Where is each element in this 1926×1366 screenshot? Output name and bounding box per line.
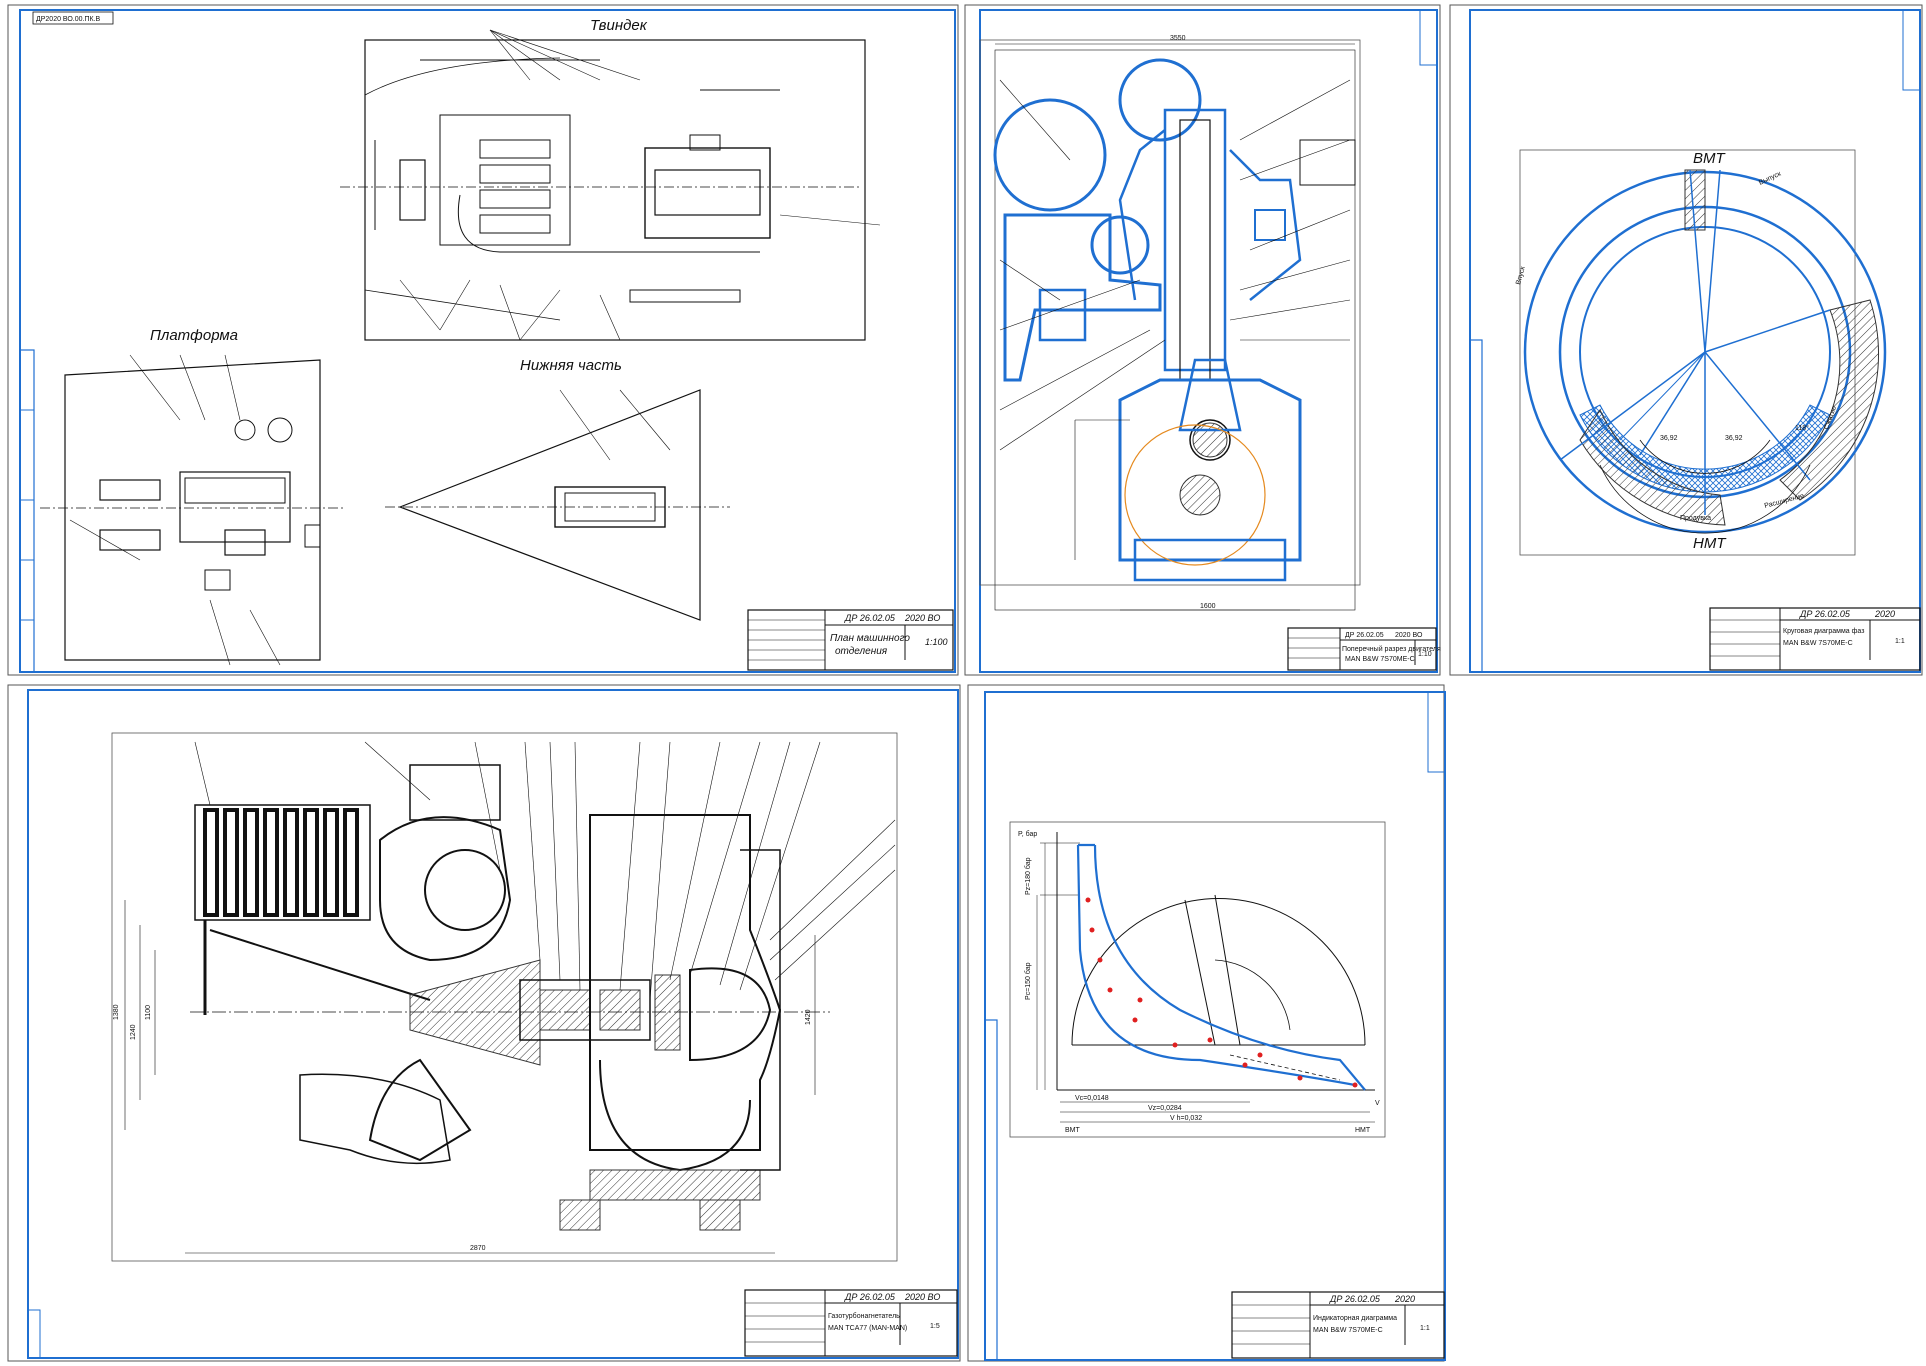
stamp3-name1: Круговая диаграмма фаз	[1783, 628, 1864, 635]
stamp4-name1: Газотурбонагнетатель	[828, 1312, 900, 1320]
sheet-machine-room-plan: ДР2020 ВО.00.ПК.В Твиндек Платформа Нижн…	[7, 4, 959, 676]
label-produvka: Продувка	[1680, 515, 1711, 522]
label-vh: V h=0,032	[1170, 1115, 1202, 1122]
label-vc: Vc=0,0148	[1075, 1095, 1109, 1102]
label-pc: Pc=150 бар	[1024, 962, 1032, 1000]
stamp5-year: 2020	[1394, 1294, 1415, 1304]
stamp5-code: ДР 26.02.05	[1329, 1294, 1381, 1304]
stamp3-code: ДР 26.02.05	[1799, 609, 1851, 619]
axis-nmt: НМТ	[1355, 1127, 1371, 1134]
dim-left2: 1240	[130, 1024, 137, 1040]
dim-left1: 1380	[113, 1004, 120, 1020]
stamp2-code: ДР 26.02.05	[1345, 632, 1384, 639]
stamp3-name2: MAN B&W 7S70ME-C	[1783, 640, 1853, 647]
label-pz: Pz=180 бар	[1024, 857, 1032, 895]
title-platforma: Платформа	[150, 327, 238, 344]
stamp2-sheet: 1:10	[1418, 651, 1432, 658]
sheet-turbocharger: 2870 1380 1240 1100 1420 ДР 26.02.05 202…	[7, 684, 961, 1362]
label-nmt: НМТ	[1693, 535, 1727, 552]
stamp2-name2: MAN B&W 7S70ME-C	[1345, 656, 1415, 663]
angle-1: 36,92	[1660, 435, 1678, 442]
label-vpusk: Впуск	[1515, 265, 1527, 286]
axis-bmt: ВМТ	[1065, 1127, 1081, 1134]
angle-2: 36,92	[1725, 435, 1743, 442]
dim-bottom: 2870	[470, 1245, 486, 1252]
dim-right: 1420	[805, 1009, 812, 1025]
sheet-indicator-diagram: P, бар V ВМТ НМТ V h=0,032 Vz=0,0284 Vc=…	[967, 684, 1446, 1362]
stamp2-year: 2020 ВО	[1395, 632, 1423, 639]
stamp4-sheet: 1:5	[930, 1323, 940, 1330]
stamp1-code: ДР 26.02.05	[844, 613, 896, 623]
stamp1-name1: План машинного	[830, 633, 910, 644]
axis-p: P, бар	[1018, 830, 1037, 838]
dim-left3: 1100	[145, 1005, 152, 1020]
stamp5-name2: MAN B&W 7S70ME-C	[1313, 1327, 1383, 1334]
stamp4-name2: MAN TCA77 (MAN-MAN)	[828, 1325, 907, 1332]
title-tvindek: Твиндек	[590, 17, 648, 34]
stamp4-code: ДР 26.02.05	[844, 1292, 896, 1302]
sheet2-dim-bottom: 1600	[1200, 603, 1216, 610]
label-vz: Vz=0,0284	[1148, 1105, 1182, 1112]
cad-drawing-canvas: ДР2020 ВО.00.ПК.В Твиндек Платформа Нижн…	[7, 4, 1923, 1362]
stamp3-sheet: 1:1	[1895, 638, 1905, 645]
title-nizhnyaya: Нижняя часть	[520, 357, 622, 374]
axis-v: V	[1375, 1100, 1380, 1107]
stamp5-name1: Индикаторная диаграмма	[1313, 1315, 1397, 1322]
sheet-engine-section: 3550 1600 ДР 26.02.05 2020 ВО Поперечный…	[964, 4, 1441, 676]
stamp1-scale: 1:100	[925, 637, 948, 647]
sheet1-corner-code: ДР2020 ВО.00.ПК.В	[36, 16, 101, 23]
angle-3: 118°	[1795, 424, 1809, 432]
label-bmt: ВМТ	[1693, 150, 1727, 167]
stamp3-year: 2020	[1874, 609, 1895, 619]
stamp4-year: 2020 ВО	[904, 1292, 940, 1302]
sheet2-dim-top: 3550	[1170, 35, 1186, 42]
stamp1-year: 2020 ВО	[904, 613, 940, 623]
label-rasshirenie: Расширение	[1764, 493, 1805, 510]
stamp5-sheet: 1:1	[1420, 1325, 1430, 1332]
sheet-timing-diagram: ВМТ НМТ Впуск Выпуск Продувка Расширение…	[1449, 4, 1923, 676]
stamp1-name2: отделения	[835, 646, 888, 657]
